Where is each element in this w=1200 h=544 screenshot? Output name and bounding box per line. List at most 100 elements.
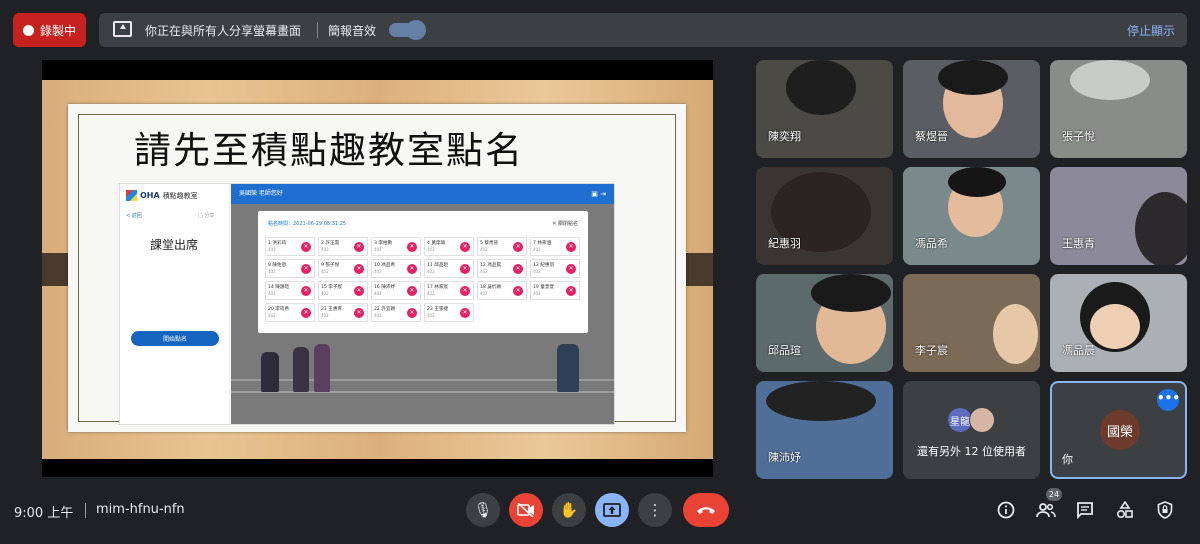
student-cell: 16 陳沛妤 402 ✕ [371,281,421,300]
meeting-details-button[interactable] [994,498,1018,522]
absent-x-icon: ✕ [460,308,470,318]
absent-x-icon: ✕ [354,286,364,296]
more-participants-tile[interactable]: 星龍 還有另外 12 位使用者 [903,381,1040,479]
absent-x-icon: ✕ [513,264,523,274]
host-controls-button[interactable] [1153,498,1177,522]
more-options-button[interactable]: ⋮ [638,493,672,527]
student-name: 17 林家宸 [427,285,449,290]
absent-x-icon: ✕ [301,308,311,318]
student-name: 9 張子悅 [321,263,340,268]
participant-name: 邱品瑄 [768,344,801,357]
participant-tile[interactable]: 李子宸 [903,274,1040,372]
attendance-title: 課堂出席 [150,238,199,252]
absent-x-icon: ✕ [301,264,311,274]
info-icon [997,501,1015,519]
present-now-button[interactable] [595,493,629,527]
participant-tile[interactable]: 紀惠羽 [756,167,893,265]
absent-x-icon: ✕ [460,242,470,252]
video-feed-shape [938,60,1008,95]
participant-tile[interactable]: 邱品瑄 [756,274,893,372]
student-name: 10 馮品希 [374,263,396,268]
sharing-notice: 你正在與所有人分享螢幕畫面 [145,24,302,38]
student-name: 11 邱品瑄 [427,263,449,268]
participant-name: 陳奕翔 [768,130,801,143]
meet-window: 錄製中 你正在與所有人分享螢幕畫面 簡報音效 停止顯示 請先至積點趣教室點名 O… [0,0,1200,544]
presentation-audio-toggle[interactable] [389,20,426,40]
participant-tile[interactable]: 陳沛妤 [756,381,893,479]
absent-x-icon: ✕ [566,286,576,296]
participant-tile[interactable]: 馮品晨 [1050,274,1187,372]
microphone-button[interactable]: 🎙 [466,493,500,527]
absent-x-icon: ✕ [407,264,417,274]
student-cell: 20 李筠希 402 ✕ [265,303,315,322]
video-feed-shape [1135,192,1187,265]
chat-button[interactable] [1073,498,1097,522]
student-name: 8 陳佑恩 [268,263,287,268]
participant-name: 李子宸 [915,344,948,357]
stop-presenting-button[interactable]: 停止顯示 [1127,22,1175,39]
student-name: 4 黃庠瑜 [427,241,446,246]
illustration-person [314,344,330,392]
people-button[interactable] [1034,498,1058,522]
student-cell: 8 陳佑恩 402 ✕ [265,259,315,278]
close-roll-call: ✕ 關閉點名 [552,221,578,227]
meeting-code: mim-hfnu-nfn [96,502,185,517]
student-cell: 3 李柏勳 402 ✕ [371,237,421,256]
slide-title: 請先至積點趣教室點名 [134,129,524,172]
self-tile[interactable]: 國榮 ••• 你 [1050,381,1187,479]
teacher-greeting: 吳國榮 老師您好 [239,190,283,197]
slide-paper: 請先至積點趣教室點名 OHA 積點趣教室 < 返回 □ 分享 課堂出席 開始點名… [68,104,686,432]
app-screenshot: OHA 積點趣教室 < 返回 □ 分享 課堂出席 開始點名 吳國榮 老師您好 ▣… [119,183,615,425]
student-name: 1 洪彩筠 [268,241,287,246]
participant-tile[interactable]: 馮品希 [903,167,1040,265]
illustration-person [557,344,579,392]
video-feed-shape [993,304,1038,364]
student-grid: 1 洪彩筠 402 ✕ 2 許正雲 402 ✕ 3 李柏勳 402 ✕ 4 黃庠瑜 402 ✕ 5 蔡煜… [265,237,581,322]
student-name: 13 紀惠羽 [533,263,555,268]
recording-label: 錄製中 [39,23,76,38]
student-cell: 9 張子悅 402 ✕ [318,259,368,278]
logo-text: OHA [140,191,160,200]
recording-button[interactable]: 錄製中 [13,13,86,47]
absent-x-icon: ✕ [407,308,417,318]
video-feed-shape [766,381,876,421]
camera-off-icon [517,503,534,517]
student-cell: 5 蔡煜晉 402 ✕ [477,237,527,256]
shapes-icon [1116,501,1133,519]
activities-button[interactable] [1113,498,1137,522]
absent-x-icon: ✕ [513,286,523,296]
self-avatar: 國榮 [1100,410,1140,450]
participant-name: 馮品晨 [1062,344,1095,357]
logo-subtitle: 積點趣教室 [162,191,198,200]
illustration-person [261,352,279,392]
more-avatars: 星龍 [947,407,995,433]
app-body: 點名時間：2021-06-29 08:31:25 ✕ 關閉點名 1 洪彩筠 402… [231,204,614,424]
leave-call-button[interactable] [683,493,729,527]
absent-x-icon: ✕ [513,242,523,252]
divider [317,22,318,38]
student-cell: 23 王張捷 402 ✕ [424,303,474,322]
student-name: 5 蔡煜晉 [480,241,499,246]
start-roll-call-button: 開始點名 [131,331,219,346]
student-cell: 10 馮品希 402 ✕ [371,259,421,278]
roll-call-dialog: 點名時間：2021-06-29 08:31:25 ✕ 關閉點名 1 洪彩筠 402… [258,211,588,333]
participant-name: 王惠青 [1062,237,1095,250]
participant-tile[interactable]: 陳奕翔 [756,60,893,158]
participant-name: 紀惠羽 [768,237,801,250]
student-cell: 2 許正雲 402 ✕ [318,237,368,256]
participant-tile[interactable]: 王惠青 [1050,167,1187,265]
participant-name: 馮品希 [915,237,948,250]
absent-x-icon: ✕ [566,242,576,252]
raise-hand-button[interactable]: ✋ [552,493,586,527]
absent-x-icon: ✕ [354,308,364,318]
student-cell: 11 邱品瑄 402 ✕ [424,259,474,278]
participant-tile[interactable]: 張子悅 [1050,60,1187,158]
participant-tile[interactable]: 蔡煜晉 [903,60,1040,158]
absent-x-icon: ✕ [301,286,311,296]
student-cell: 12 馮品晨 402 ✕ [477,259,527,278]
participant-name: 蔡煜晉 [915,130,948,143]
participant-name: 張子悅 [1062,130,1095,143]
more-options-icon[interactable]: ••• [1157,389,1180,411]
camera-off-button[interactable] [509,493,543,527]
student-name: 2 許正雲 [321,241,340,246]
